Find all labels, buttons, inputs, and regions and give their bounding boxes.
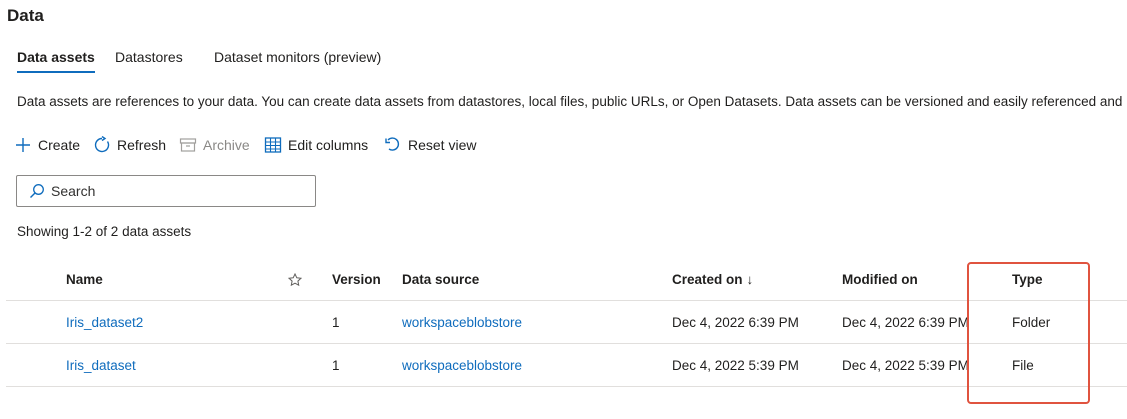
refresh-button[interactable]: Refresh — [93, 136, 166, 154]
search-icon — [29, 183, 45, 199]
created-on-value: Dec 4, 2022 5:39 PM — [672, 358, 799, 373]
refresh-icon — [93, 136, 111, 154]
reset-view-label: Reset view — [408, 137, 477, 153]
column-header-modified-on[interactable]: Modified on — [842, 258, 918, 301]
archive-icon — [179, 136, 197, 154]
search-box[interactable] — [16, 175, 316, 207]
reset-view-button[interactable]: Reset view — [384, 136, 476, 154]
search-input[interactable] — [51, 183, 291, 199]
edit-columns-label: Edit columns — [288, 137, 369, 153]
data-page: Data Data assets Datastores Dataset moni… — [0, 0, 1127, 419]
modified-on-value: Dec 4, 2022 6:39 PM — [842, 315, 969, 330]
column-header-created-on[interactable]: Created on ↓ — [672, 258, 753, 301]
create-button[interactable]: Create — [14, 136, 80, 154]
table-header-row: Name Version Data source Created on ↓ Mod… — [6, 258, 1127, 301]
page-description: Data assets are references to your data.… — [17, 94, 1123, 109]
asset-name-link[interactable]: Iris_dataset2 — [66, 301, 143, 344]
asset-type-value: Folder — [1012, 315, 1051, 330]
data-assets-table: Name Version Data source Created on ↓ Mod… — [6, 258, 1127, 387]
tab-datastores[interactable]: Datastores — [115, 49, 183, 73]
results-count: Showing 1-2 of 2 data assets — [17, 224, 192, 239]
page-title: Data — [7, 6, 44, 25]
tab-data-assets[interactable]: Data assets — [17, 49, 95, 73]
modified-on-value: Dec 4, 2022 5:39 PM — [842, 358, 969, 373]
asset-version: 1 — [332, 315, 340, 330]
archive-button[interactable]: Archive — [179, 136, 250, 154]
edit-columns-button[interactable]: Edit columns — [264, 136, 368, 154]
create-label: Create — [38, 137, 81, 153]
asset-type-value: File — [1012, 358, 1034, 373]
table-row[interactable]: Iris_dataset 1 workspaceblobstore Dec 4,… — [6, 344, 1127, 387]
table-icon — [264, 136, 282, 154]
sort-descending-icon: ↓ — [746, 272, 754, 287]
plus-icon — [14, 136, 32, 154]
table-row[interactable]: Iris_dataset2 1 workspaceblobstore Dec 4… — [6, 301, 1127, 344]
refresh-label: Refresh — [117, 137, 167, 153]
created-on-value: Dec 4, 2022 6:39 PM — [672, 315, 799, 330]
tab-dataset-monitors[interactable]: Dataset monitors (preview) — [214, 49, 381, 73]
data-source-link[interactable]: workspaceblobstore — [402, 344, 522, 387]
column-header-type[interactable]: Type — [1012, 258, 1043, 301]
undo-icon — [384, 136, 402, 154]
star-icon[interactable] — [287, 258, 303, 301]
asset-version: 1 — [332, 358, 340, 373]
column-header-data-source[interactable]: Data source — [402, 258, 479, 301]
created-on-label: Created on — [672, 272, 743, 287]
asset-name-link[interactable]: Iris_dataset — [66, 344, 136, 387]
archive-label: Archive — [203, 137, 250, 153]
column-header-name[interactable]: Name — [66, 258, 103, 301]
data-source-link[interactable]: workspaceblobstore — [402, 301, 522, 344]
column-header-version[interactable]: Version — [332, 258, 381, 301]
